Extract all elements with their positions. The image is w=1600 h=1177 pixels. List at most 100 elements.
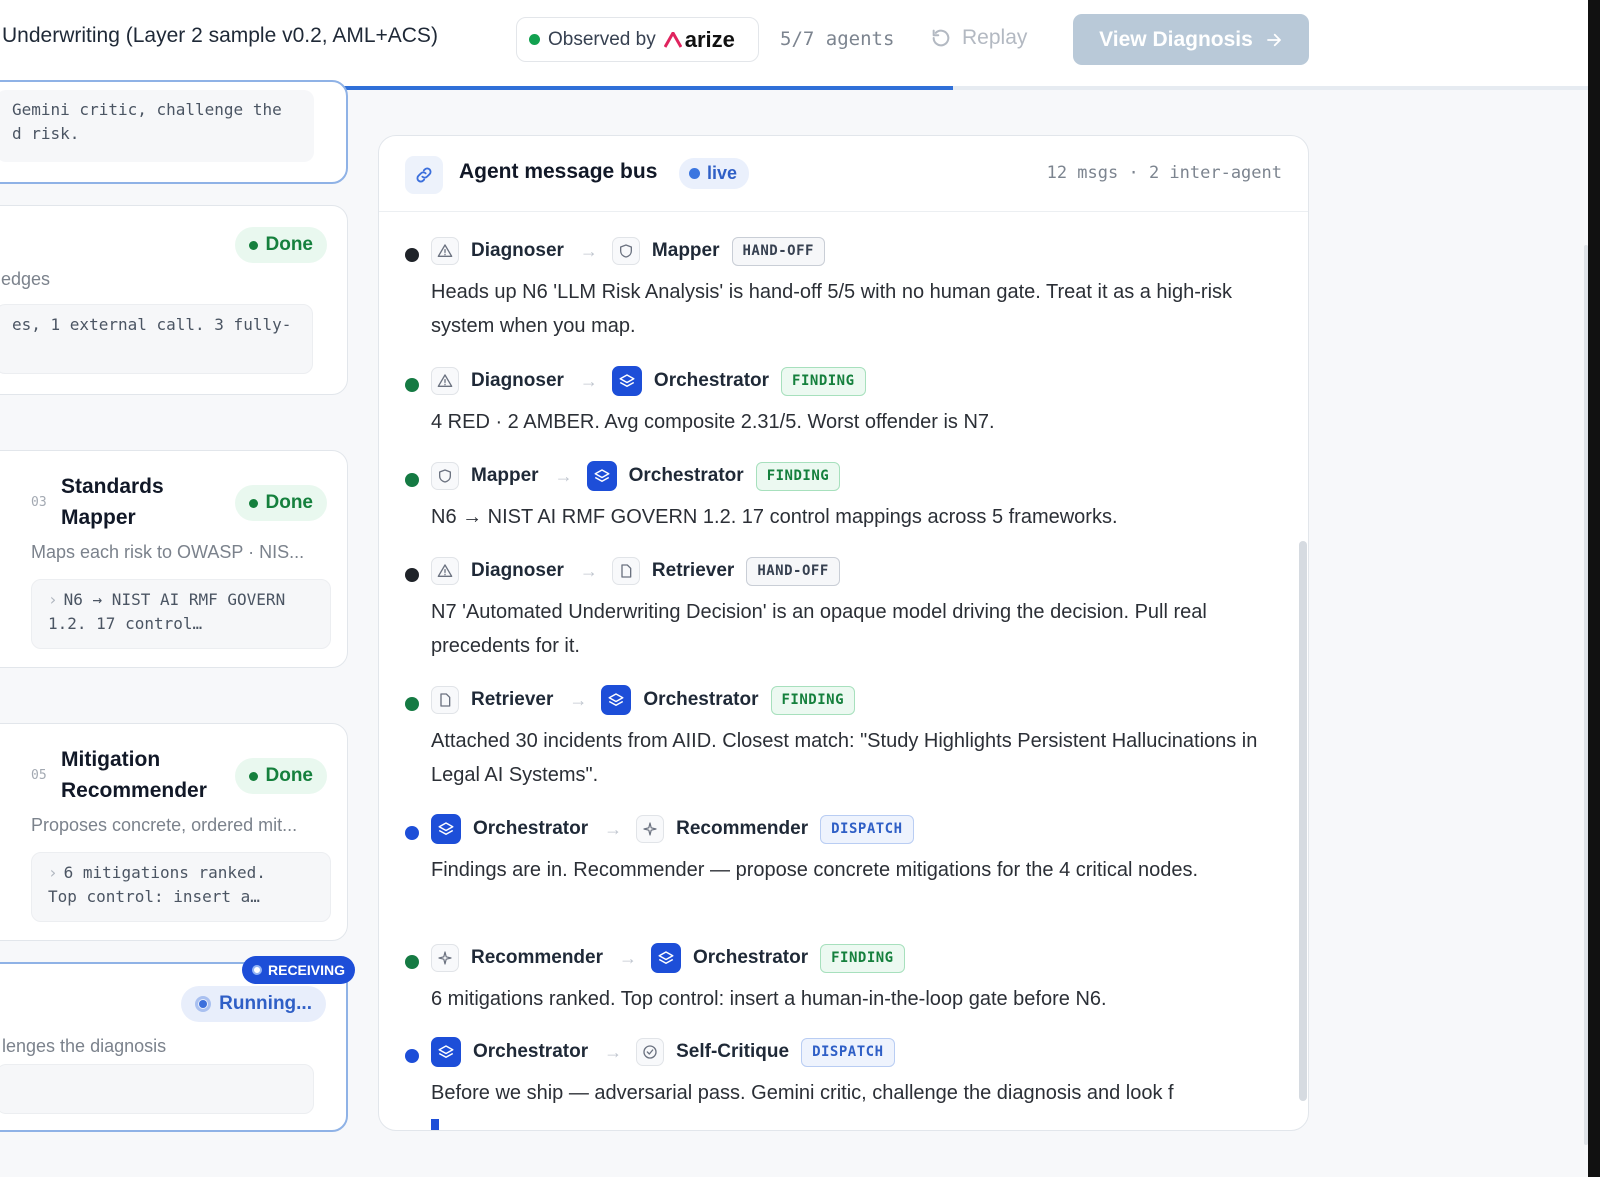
- message-type-tag: FINDING: [755, 461, 841, 491]
- message-status-dot: [405, 826, 419, 840]
- recipient-agent-name: Recommender: [676, 818, 809, 839]
- message-text: 6 mitigations ranked. Top control: inser…: [431, 988, 1107, 1010]
- agent-card-standards-mapper[interactable]: 03 Standards Mapper Done Maps each risk …: [0, 450, 348, 668]
- message-type-tag: FINDING: [770, 685, 856, 715]
- arrow-right-icon: →: [579, 560, 598, 581]
- warning-icon: [431, 367, 459, 395]
- agent-card-mitigation-recommender[interactable]: 05 Mitigation Recommender Done Proposes …: [0, 723, 348, 941]
- replay-label: Replay: [962, 26, 1028, 49]
- card-output-box: › N6 → NIST AI RMF GOVERN 1.2. 17 control…: [31, 579, 331, 649]
- recipient-agent-name: Orchestrator: [628, 465, 744, 486]
- layers-icon: [586, 461, 617, 491]
- shield-icon: [431, 462, 459, 490]
- view-diagnosis-button[interactable]: View Diagnosis: [1073, 14, 1309, 65]
- message-route: Diagnoser → Orchestrator FINDING: [431, 365, 866, 397]
- recipient-agent-name: Orchestrator: [653, 370, 770, 391]
- replay-icon: [932, 29, 950, 47]
- arrow-right-icon: →: [569, 689, 588, 710]
- card-number: 03: [31, 495, 47, 510]
- message-status-dot: [405, 697, 419, 711]
- layers-icon: [611, 366, 642, 396]
- link-icon: [405, 156, 443, 194]
- arrow-right-icon: [1266, 33, 1281, 46]
- page-title: Underwriting (Layer 2 sample v0.2, AML+A…: [2, 24, 438, 47]
- message-text: N7 'Automated Underwriting Decision' is …: [431, 601, 1207, 657]
- arrow-right-icon: →: [604, 818, 623, 839]
- message-text: Before we ship — adversarial pass. Gemin…: [431, 1076, 1281, 1130]
- typing-caret: [431, 1118, 439, 1130]
- arize-mark-icon: [663, 31, 682, 48]
- warning-icon: [431, 557, 459, 585]
- sender-agent-name: Diagnoser: [471, 370, 564, 391]
- card-number: 05: [31, 768, 47, 783]
- message-text: 4 RED · 2 AMBER. Avg composite 2.31/5. W…: [431, 411, 995, 433]
- card-subtitle: lenges the diagnosis: [2, 1036, 167, 1056]
- sender-agent-name: Diagnoser: [471, 240, 564, 261]
- bus-scrollbar[interactable]: [1299, 541, 1307, 1101]
- message-status-dot: [405, 473, 419, 487]
- top-bar: Underwriting (Layer 2 sample v0.2, AML+A…: [0, 0, 1588, 90]
- observed-by-badge[interactable]: Observed by arize: [516, 17, 759, 62]
- agents-count: 5/7 agents: [780, 28, 895, 50]
- message-status-dot: [405, 1049, 419, 1063]
- message-text: Findings are in. Recommender — propose c…: [431, 859, 1199, 881]
- message-text: N6 → NIST AI RMF GOVERN 1.2. 17 control …: [431, 506, 1118, 528]
- message-type-tag: HAND-OFF: [746, 556, 840, 586]
- page-scrollbar[interactable]: [1584, 245, 1588, 1145]
- file-icon: [611, 557, 640, 585]
- shield-icon: [611, 237, 640, 265]
- arize-logo: arize: [663, 26, 735, 53]
- message-route: Mapper → Orchestrator FINDING: [431, 460, 841, 492]
- agent-card-self-critique[interactable]: Running... lenges the diagnosis: [0, 962, 348, 1132]
- observed-label: Observed by: [548, 28, 656, 50]
- replay-button[interactable]: Replay: [930, 26, 1027, 50]
- recipient-agent-name: Self-Critique: [676, 1041, 790, 1062]
- sender-agent-name: Diagnoser: [471, 560, 564, 581]
- status-badge: Done: [234, 485, 327, 521]
- arrow-right-icon: →: [579, 240, 598, 261]
- card-subtitle: Proposes concrete, ordered mit...: [31, 815, 298, 835]
- agent-card-critic-output[interactable]: Gemini critic, challenge the d risk.: [0, 80, 348, 184]
- message-status-dot: [405, 568, 419, 582]
- message-route: Orchestrator → Recommender DISPATCH: [431, 813, 914, 845]
- message-route: Diagnoser → Mapper HAND-OFF: [431, 235, 825, 267]
- window-edge: [1588, 0, 1600, 1177]
- sender-agent-name: Mapper: [471, 465, 539, 486]
- message-text: Heads up N6 'LLM Risk Analysis' is hand-…: [431, 281, 1233, 337]
- card-subtitle: Maps each risk to OWASP · NIS...: [31, 542, 305, 562]
- agent-card-diagnoser[interactable]: Done edges es, 1 external call. 3 fully-: [0, 205, 348, 395]
- bus-title: Agent message bus: [459, 160, 658, 183]
- sender-agent-name: Orchestrator: [473, 1041, 589, 1062]
- sender-agent-name: Recommender: [471, 947, 603, 968]
- bus-message-count: 12 msgs · 2 inter-agent: [1046, 163, 1282, 183]
- message-type-tag: HAND-OFF: [731, 236, 825, 266]
- layers-icon: [431, 1037, 461, 1067]
- card-subtitle: edges: [1, 269, 51, 289]
- sparkle-icon: [431, 944, 459, 972]
- arrow-right-icon: →: [579, 370, 598, 391]
- message-type-tag: FINDING: [820, 943, 905, 973]
- card-output-box: Gemini critic, challenge the d risk.: [0, 90, 314, 162]
- card-output-box: es, 1 external call. 3 fully-: [0, 304, 313, 374]
- arrow-right-icon: →: [554, 465, 573, 486]
- message-route: Recommender → Orchestrator FINDING: [431, 942, 905, 974]
- arrow-right-icon: →: [604, 1041, 623, 1062]
- card-output-box: › 6 mitigations ranked. Top control: inse…: [31, 852, 331, 922]
- sparkle-icon: [636, 815, 665, 843]
- view-diagnosis-label: View Diagnosis: [1099, 27, 1253, 51]
- live-badge: live: [679, 158, 750, 189]
- arize-wordmark: arize: [684, 26, 735, 52]
- check-circle-icon: [636, 1038, 665, 1066]
- message-type-tag: DISPATCH: [820, 814, 914, 844]
- card-title: Standards Mapper: [61, 475, 164, 529]
- message-type-tag: DISPATCH: [801, 1037, 895, 1067]
- status-badge: Done: [234, 758, 327, 794]
- layers-icon: [651, 943, 681, 973]
- card-title: Mitigation Recommender: [61, 748, 207, 802]
- layers-icon: [431, 814, 461, 844]
- status-badge: Done: [234, 227, 327, 263]
- recipient-agent-name: Mapper: [651, 240, 720, 261]
- sender-agent-name: Retriever: [471, 689, 554, 710]
- file-icon: [431, 686, 459, 714]
- recipient-agent-name: Orchestrator: [643, 689, 759, 710]
